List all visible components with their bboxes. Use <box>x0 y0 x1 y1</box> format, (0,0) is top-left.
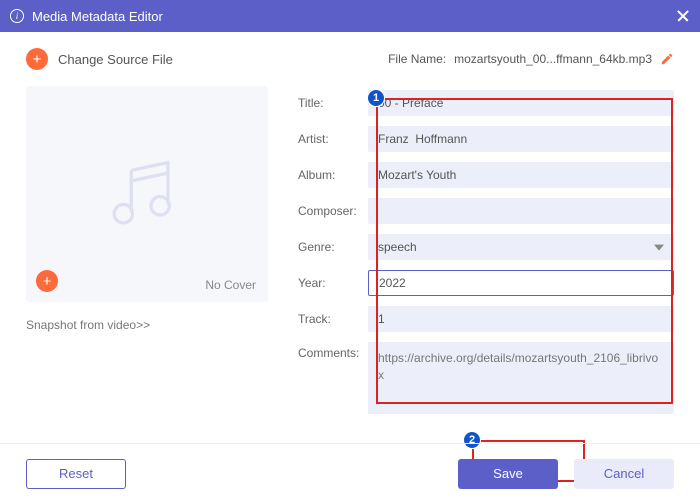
artist-label: Artist: <box>298 132 368 146</box>
album-label: Album: <box>298 168 368 182</box>
add-cover-button[interactable]: + <box>36 270 58 292</box>
genre-label: Genre: <box>298 240 368 254</box>
content-area: + Change Source File File Name: mozartsy… <box>0 32 700 443</box>
window-title: Media Metadata Editor <box>32 9 676 24</box>
form-column: Title: Artist: Album: Composer: Genre: <box>298 86 674 414</box>
footer: Reset Save Cancel <box>0 443 700 503</box>
track-input[interactable] <box>368 306 674 332</box>
composer-label: Composer: <box>298 204 368 218</box>
filename-group: File Name: mozartsyouth_00...ffmann_64kb… <box>388 52 674 66</box>
save-button[interactable]: Save <box>458 459 558 489</box>
album-input[interactable] <box>368 162 674 188</box>
composer-input[interactable] <box>368 198 674 224</box>
plus-icon: + <box>26 48 48 70</box>
change-source-label: Change Source File <box>58 52 173 67</box>
plus-icon: + <box>36 270 58 292</box>
artist-input[interactable] <box>368 126 674 152</box>
no-cover-label: No Cover <box>205 278 256 292</box>
filename-label: File Name: <box>388 52 446 66</box>
filename-value: mozartsyouth_00...ffmann_64kb.mp3 <box>454 52 652 66</box>
comments-label: Comments: <box>298 342 368 360</box>
snapshot-from-video-link[interactable]: Snapshot from video>> <box>26 318 268 332</box>
year-input[interactable] <box>368 270 674 296</box>
music-note-icon <box>105 152 189 236</box>
close-icon[interactable] <box>676 9 690 23</box>
cover-placeholder: + No Cover <box>26 86 268 302</box>
genre-select[interactable] <box>368 234 674 260</box>
year-label: Year: <box>298 276 368 290</box>
track-label: Track: <box>298 312 368 326</box>
title-bar: i Media Metadata Editor <box>0 0 700 32</box>
change-source-file-button[interactable]: + Change Source File <box>26 48 173 70</box>
pencil-icon[interactable] <box>660 52 674 66</box>
metadata-form: Title: Artist: Album: Composer: Genre: <box>298 86 674 414</box>
cover-column: + No Cover Snapshot from video>> <box>26 86 268 414</box>
title-label: Title: <box>298 96 368 110</box>
cancel-button[interactable]: Cancel <box>574 459 674 489</box>
info-icon: i <box>10 9 24 23</box>
reset-button[interactable]: Reset <box>26 459 126 489</box>
comments-textarea[interactable]: https://archive.org/details/mozartsyouth… <box>368 342 674 414</box>
main-row: + No Cover Snapshot from video>> Title: … <box>26 86 674 414</box>
title-input[interactable] <box>368 90 674 116</box>
top-row: + Change Source File File Name: mozartsy… <box>26 48 674 70</box>
